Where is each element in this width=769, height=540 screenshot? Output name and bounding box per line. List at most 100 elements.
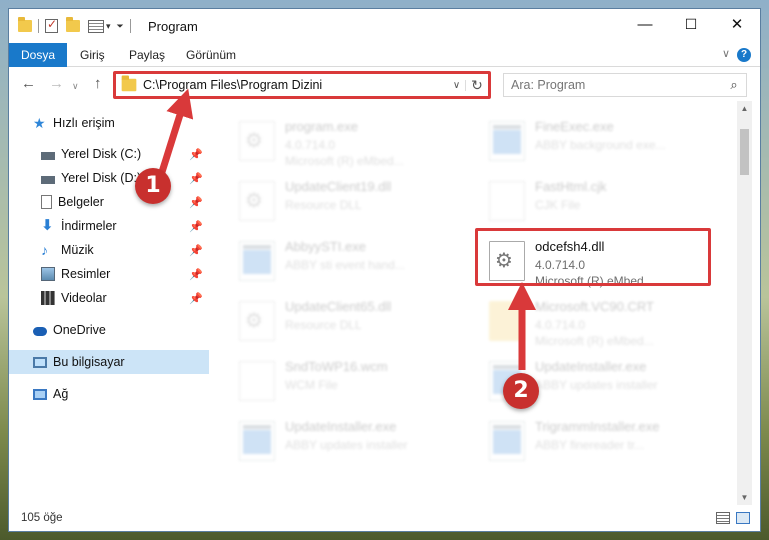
search-icon[interactable]: ⌕ <box>722 77 746 93</box>
sidebar-item-quick-access[interactable]: ★ Hızlı erişim <box>9 111 209 135</box>
window-title: Program <box>148 19 198 34</box>
scroll-thumb[interactable] <box>740 129 749 175</box>
help-icon[interactable]: ? <box>737 48 751 62</box>
video-icon <box>41 291 55 305</box>
network-icon <box>33 388 47 400</box>
quick-access-toolbar: ▾ ⏷ <box>18 17 137 35</box>
music-icon: ♪ <box>41 242 48 258</box>
pin-icon[interactable]: 📌 <box>189 244 203 257</box>
forward-button[interactable]: → <box>49 75 64 92</box>
sidebar-item-downloads[interactable]: ⬇ İndirmeler 📌 <box>9 214 209 238</box>
exe-file-icon <box>239 241 275 281</box>
exe-file-icon <box>489 121 525 161</box>
folder-icon <box>18 17 32 32</box>
search-box[interactable]: ⌕ <box>503 73 747 97</box>
status-bar: 105 öğe <box>9 505 760 531</box>
sidebar-item-pictures[interactable]: Resimler 📌 <box>9 262 209 286</box>
large-icons-view-icon[interactable] <box>736 512 750 524</box>
file-explorer-window: ▾ ⏷ Program — ☐ ✕ Dosya Giriş Paylaş Gör… <box>8 8 761 532</box>
properties-check-icon[interactable] <box>45 17 58 33</box>
vertical-scrollbar[interactable]: ▲ ▼ <box>737 101 752 505</box>
file-item[interactable]: FastHtml.cjk CJK File <box>477 171 717 231</box>
back-button[interactable]: ← <box>21 75 36 92</box>
search-input[interactable] <box>511 78 722 92</box>
pin-icon[interactable]: 📌 <box>189 148 203 161</box>
step-2-badge: 2 <box>503 373 539 409</box>
sidebar-item-label: Hızlı erişim <box>53 116 115 130</box>
dll-file-icon <box>239 301 275 341</box>
file-icon <box>239 361 275 401</box>
tab-file[interactable]: Dosya <box>9 43 68 67</box>
folder-icon <box>489 301 525 341</box>
pin-icon[interactable]: 📌 <box>189 172 203 185</box>
file-item[interactable]: TrigrammInstaller.exe ABBY finereader tr… <box>477 411 717 471</box>
sidebar-item-label: OneDrive <box>53 323 106 337</box>
new-folder-icon[interactable] <box>66 17 80 32</box>
download-icon: ⬇ <box>41 217 54 234</box>
tab-share[interactable]: Paylaş <box>129 43 165 67</box>
address-bar[interactable]: C:\Program Files\Program Dizini ∨ ↻ <box>115 73 489 97</box>
refresh-icon[interactable]: ↻ <box>466 77 488 94</box>
pin-icon[interactable]: 📌 <box>189 220 203 233</box>
file-item[interactable]: Microsoft.VC90.CRT 4.0.714.0 Microsoft (… <box>477 291 717 351</box>
close-button[interactable]: ✕ <box>714 9 760 39</box>
file-name: odcefsh4.dll <box>535 239 605 254</box>
file-item[interactable]: FineExec.exe ABBY background exe... <box>477 111 717 171</box>
navigation-bar: ← → ∨ ↑ C:\Program Files\Program Dizini … <box>9 67 760 101</box>
file-item[interactable]: SndToWP16.wcm WCM File <box>227 351 467 411</box>
pictures-icon <box>41 267 55 281</box>
address-dropdown-icon[interactable]: ∨ <box>448 79 466 91</box>
address-path[interactable]: C:\Program Files\Program Dizini <box>143 78 448 92</box>
file-item[interactable]: UpdateClient65.dll Resource DLL <box>227 291 467 351</box>
navigation-pane: ★ Hızlı erişim Yerel Disk (C:) 📌 Yerel D… <box>9 101 209 505</box>
scroll-down-icon[interactable]: ▼ <box>737 490 752 505</box>
pin-icon[interactable]: 📌 <box>189 268 203 281</box>
drive-icon <box>41 176 55 184</box>
dll-file-icon <box>239 181 275 221</box>
sidebar-item-local-disk-c[interactable]: Yerel Disk (C:) 📌 <box>9 142 209 166</box>
minimize-button[interactable]: — <box>622 9 668 39</box>
scroll-up-icon[interactable]: ▲ <box>737 101 752 116</box>
exe-file-icon <box>489 421 525 461</box>
recent-locations-icon[interactable]: ∨ <box>72 81 79 92</box>
sidebar-item-label: Ağ <box>53 387 69 401</box>
sidebar-item-label: Belgeler <box>58 195 104 209</box>
computer-icon <box>33 356 47 368</box>
sidebar-item-this-pc[interactable]: Bu bilgisayar <box>9 350 209 374</box>
drive-icon <box>41 152 55 160</box>
customize-toolbar-icon[interactable]: ⏷ <box>117 21 124 32</box>
details-view-icon[interactable] <box>716 512 730 524</box>
up-button[interactable]: ↑ <box>94 75 102 92</box>
file-item[interactable]: AbbyySTI.exe ABBY sti event hand... <box>227 231 467 291</box>
file-version: 4.0.714.0 <box>535 258 586 272</box>
sidebar-item-label: Yerel Disk (D:) <box>61 171 142 185</box>
item-count: 105 öğe <box>21 512 63 524</box>
file-item[interactable]: program.exe 4.0.714.0 Microsoft (R) eMbe… <box>227 111 467 171</box>
file-item[interactable]: UpdateClient19.dll Resource DLL <box>227 171 467 231</box>
tab-home[interactable]: Giriş <box>80 43 105 67</box>
sidebar-item-music[interactable]: ♪ Müzik 📌 <box>9 238 209 262</box>
sidebar-item-network[interactable]: Ağ <box>9 382 209 406</box>
pin-icon[interactable]: 📌 <box>189 196 203 209</box>
exe-file-icon <box>239 121 275 161</box>
step-1-badge: 1 <box>135 168 171 204</box>
file-item-selected[interactable]: odcefsh4.dll 4.0.714.0 Microsoft (R) eMb… <box>477 231 717 291</box>
folder-icon <box>121 75 137 92</box>
maximize-button[interactable]: ☐ <box>668 9 714 39</box>
sidebar-item-label: Müzik <box>61 243 94 257</box>
file-icon <box>489 181 525 221</box>
sidebar-item-videos[interactable]: Videolar 📌 <box>9 286 209 310</box>
pin-icon[interactable]: 📌 <box>189 292 203 305</box>
sidebar-item-onedrive[interactable]: OneDrive <box>9 318 209 342</box>
sidebar-item-documents[interactable]: Belgeler 📌 <box>9 190 209 214</box>
cloud-icon <box>33 327 47 336</box>
sidebar-item-local-disk-d[interactable]: Yerel Disk (D:) 📌 <box>9 166 209 190</box>
sidebar-item-label: İndirmeler <box>61 219 117 233</box>
file-item[interactable]: UpdateInstaller.exe ABBY updates install… <box>227 411 467 471</box>
documents-icon <box>41 195 52 209</box>
expand-ribbon-icon[interactable]: ∨ <box>722 47 730 60</box>
sidebar-item-label: Bu bilgisayar <box>53 355 125 369</box>
view-options-icon[interactable] <box>88 19 104 33</box>
chevron-down-icon[interactable]: ▾ <box>106 21 111 32</box>
tab-view[interactable]: Görünüm <box>186 43 236 67</box>
